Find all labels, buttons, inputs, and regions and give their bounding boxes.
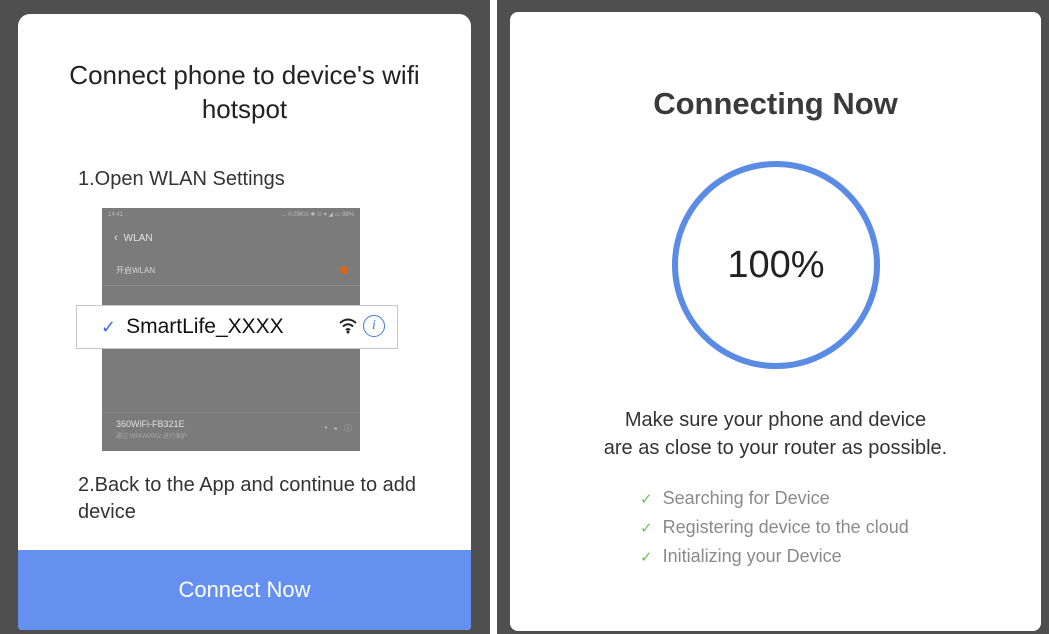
wlan-toggle-row: 开启WLAN bbox=[102, 255, 360, 286]
connection-status-list: ✓ Searching for Device ✓ Registering dev… bbox=[640, 484, 909, 571]
wlan-network-ssid: 360WiFi-FB321E bbox=[116, 419, 185, 429]
info-icon: ⓘ bbox=[344, 424, 352, 433]
wlan-network-row: 360WiFi-FB321E 通过 WPA/WPA2 进行保护 ▪ ◒ ⓘ bbox=[102, 412, 360, 449]
connecting-title: Connecting Now bbox=[653, 86, 898, 121]
right-phone-screen: Connecting Now 100% Make sure your phone… bbox=[497, 0, 1049, 634]
proximity-hint-line-1: Make sure your phone and device bbox=[624, 409, 927, 431]
wlan-status-time: 14:41 bbox=[108, 211, 124, 218]
proximity-hint-line-2: are as close to your router as possible. bbox=[603, 437, 948, 459]
highlighted-network-row: ✓ SmartLife_XXXX i bbox=[76, 305, 398, 349]
lock-icon: ▪ bbox=[324, 423, 328, 432]
wlan-header: ‹ WLAN bbox=[102, 221, 360, 255]
step-open-wlan: 1.Open WLAN Settings bbox=[78, 168, 285, 190]
wlan-header-label: WLAN bbox=[123, 232, 153, 244]
wlan-network-security: 通过 WPA/WPA2 进行保护 bbox=[116, 434, 187, 440]
status-item: ✓ Initializing your Device bbox=[640, 542, 909, 571]
hotspot-title: Connect phone to device's wifi hotspot bbox=[69, 60, 420, 124]
progress-percent: 100% bbox=[727, 243, 825, 286]
status-item-label: Registering device to the cloud bbox=[662, 517, 909, 537]
check-icon: ✓ bbox=[640, 548, 653, 566]
back-chevron-icon: ‹ bbox=[114, 232, 118, 244]
highlighted-network-icons: i bbox=[339, 315, 385, 337]
connecting-card: Connecting Now 100% Make sure your phone… bbox=[510, 12, 1041, 631]
status-item: ✓ Registering device to the cloud bbox=[640, 513, 909, 542]
wlan-network-icons: ▪ ◒ ⓘ bbox=[324, 423, 352, 434]
status-item-label: Searching for Device bbox=[662, 488, 830, 508]
wlan-status-icons: ... 0.09K/s ✱ ⊙ ▾ ◢ ▭ 98% bbox=[281, 212, 354, 218]
wifi-icon: ◒ bbox=[333, 423, 338, 432]
info-icon[interactable]: i bbox=[363, 315, 385, 337]
wifi-icon bbox=[339, 318, 357, 334]
wlan-status-bar: 14:41 ... 0.09K/s ✱ ⊙ ▾ ◢ ▭ 98% bbox=[102, 208, 360, 221]
wlan-toggle-dot bbox=[340, 266, 348, 274]
check-icon: ✓ bbox=[101, 316, 117, 337]
highlighted-network-ssid: SmartLife_XXXX bbox=[126, 315, 284, 338]
hotspot-instruction-card: Connect phone to device's wifi hotspot 1… bbox=[18, 14, 471, 630]
status-item-label: Initializing your Device bbox=[662, 546, 842, 566]
check-icon: ✓ bbox=[640, 490, 653, 508]
left-phone-screen: Connect phone to device's wifi hotspot 1… bbox=[0, 0, 490, 634]
wlan-toggle-label: 开启WLAN bbox=[116, 265, 156, 275]
check-icon: ✓ bbox=[640, 519, 653, 537]
status-item: ✓ Searching for Device bbox=[640, 484, 909, 513]
proximity-hint: Make sure your phone and device are as c… bbox=[510, 406, 1041, 462]
connect-now-button[interactable]: Connect Now bbox=[18, 550, 471, 630]
step-back-to-app: 2.Back to the App and continue to add de… bbox=[78, 474, 417, 523]
